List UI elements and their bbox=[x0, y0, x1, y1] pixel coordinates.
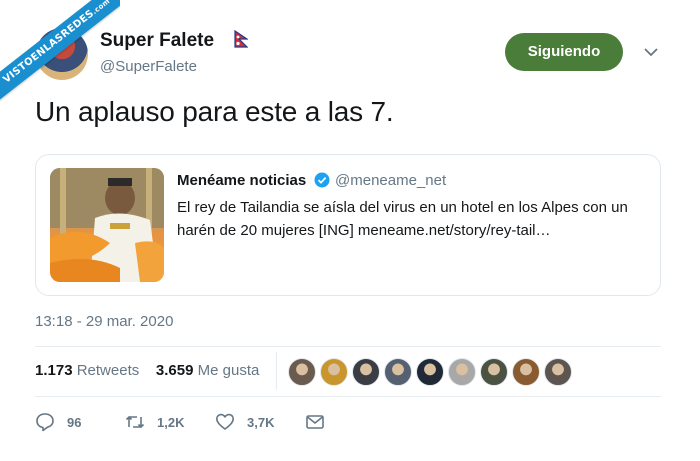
liker-avatar[interactable] bbox=[512, 358, 540, 386]
like-button[interactable]: 3,7K bbox=[215, 410, 274, 434]
retweets-count[interactable]: 1.173 bbox=[35, 362, 73, 379]
quoted-tweet-image bbox=[50, 168, 164, 282]
reply-button[interactable]: 96 bbox=[35, 410, 81, 434]
watermark-suffix: .com bbox=[90, 0, 112, 16]
retweet-icon bbox=[125, 416, 145, 428]
liker-avatar[interactable] bbox=[352, 358, 380, 386]
nepal-flag-icon bbox=[234, 30, 248, 48]
tweet-timestamp[interactable]: 13:18 - 29 mar. 2020 bbox=[35, 313, 173, 330]
reply-count: 96 bbox=[67, 414, 82, 430]
quoted-author-name: Menéame noticias bbox=[177, 172, 307, 189]
watermark-ribbon: VISTOENLASREDES.com bbox=[0, 0, 120, 120]
retweet-button[interactable]: 1,2K bbox=[125, 410, 184, 434]
chevron-down-icon[interactable] bbox=[643, 44, 659, 60]
liker-avatar[interactable] bbox=[416, 358, 444, 386]
liker-avatar[interactable] bbox=[480, 358, 508, 386]
divider bbox=[35, 396, 661, 397]
liker-avatar[interactable] bbox=[384, 358, 412, 386]
liker-avatar[interactable] bbox=[320, 358, 348, 386]
stats-divider bbox=[276, 352, 277, 390]
retweet-count: 1,2K bbox=[157, 414, 185, 430]
verified-badge-icon bbox=[314, 172, 330, 188]
direct-message-button[interactable] bbox=[305, 410, 325, 434]
liker-avatar[interactable] bbox=[544, 358, 572, 386]
following-button[interactable]: Siguiendo bbox=[505, 33, 623, 71]
heart-icon bbox=[216, 413, 234, 430]
quoted-author-handle: @meneame_net bbox=[335, 172, 447, 189]
watermark-text: VISTOENLASREDES bbox=[1, 8, 97, 86]
like-count: 3,7K bbox=[247, 414, 275, 430]
likes-count[interactable]: 3.659 bbox=[156, 362, 194, 379]
divider bbox=[35, 346, 661, 347]
quoted-tweet-card[interactable]: Menéame noticias @meneame_net El rey de … bbox=[35, 154, 661, 296]
king-photo-illustration bbox=[50, 168, 164, 282]
retweets-label[interactable]: Retweets bbox=[77, 362, 140, 379]
quoted-tweet-text: El rey de Tailandia se aísla del virus e… bbox=[177, 199, 628, 239]
liker-avatar[interactable] bbox=[288, 358, 316, 386]
likes-label[interactable]: Me gusta bbox=[198, 362, 260, 379]
liker-avatar[interactable] bbox=[448, 358, 476, 386]
engagement-stats: 1.173 Retweets 3.659 Me gusta bbox=[35, 362, 259, 379]
mail-icon bbox=[306, 415, 324, 429]
reply-icon bbox=[36, 413, 54, 432]
